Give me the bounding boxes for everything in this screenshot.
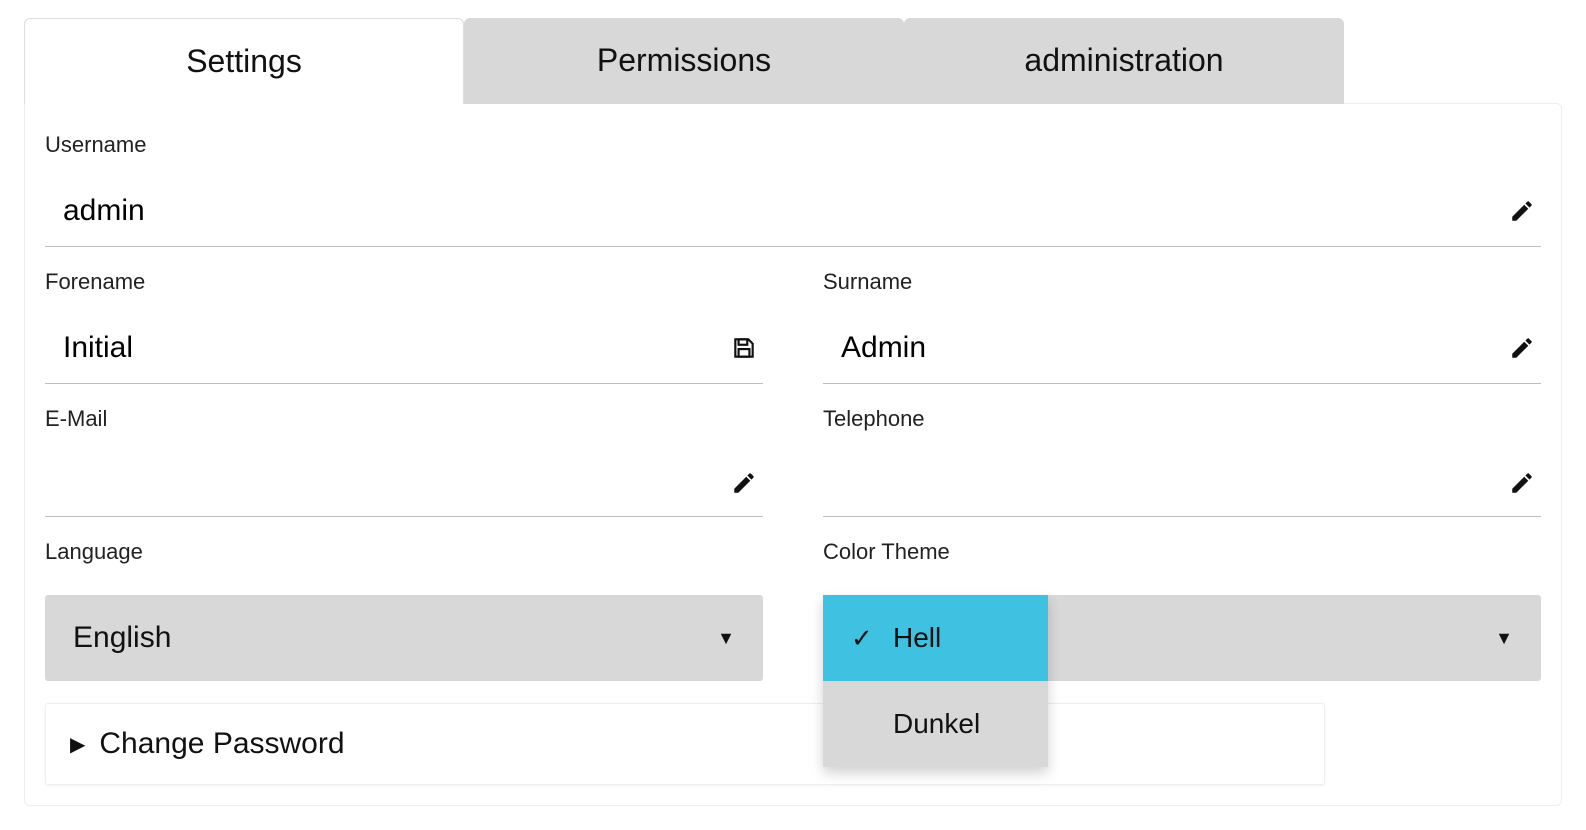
language-select[interactable]: English ▼ bbox=[45, 595, 763, 681]
settings-panel: Username admin Forename Initial bbox=[24, 103, 1562, 806]
pencil-icon[interactable] bbox=[729, 468, 759, 498]
username-field: Username admin bbox=[45, 132, 1541, 247]
tab-settings[interactable]: Settings bbox=[24, 18, 464, 104]
forename-label: Forename bbox=[45, 269, 763, 295]
pencil-icon[interactable] bbox=[1507, 196, 1537, 226]
color-theme-option-hell[interactable]: ✓ Hell bbox=[823, 595, 1048, 681]
tab-permissions[interactable]: Permissions bbox=[464, 18, 904, 104]
surname-label: Surname bbox=[823, 269, 1541, 295]
surname-value-line[interactable]: Admin bbox=[823, 325, 1541, 384]
email-field: E-Mail bbox=[45, 406, 763, 517]
chevron-down-icon: ▼ bbox=[717, 628, 735, 649]
telephone-value-line[interactable] bbox=[823, 462, 1541, 517]
language-selected: English bbox=[73, 621, 171, 655]
color-theme-option-dunkel[interactable]: Dunkel bbox=[823, 681, 1048, 767]
username-value-line[interactable]: admin bbox=[45, 188, 1541, 247]
telephone-field: Telephone bbox=[823, 406, 1541, 517]
pencil-icon[interactable] bbox=[1507, 468, 1537, 498]
language-field: Language English ▼ bbox=[45, 539, 763, 681]
surname-value: Admin bbox=[841, 331, 926, 365]
color-theme-label: Color Theme bbox=[823, 539, 1541, 565]
check-icon: ✓ bbox=[851, 623, 873, 654]
color-theme-field: Color Theme ▼ ✓ Hell Dunkel bbox=[823, 539, 1541, 681]
language-label: Language bbox=[45, 539, 763, 565]
color-theme-option-label: Hell bbox=[893, 622, 941, 654]
telephone-label: Telephone bbox=[823, 406, 1541, 432]
surname-field: Surname Admin bbox=[823, 269, 1541, 384]
forename-value-line[interactable]: Initial bbox=[45, 325, 763, 384]
change-password-expander[interactable]: ▶ Change Password bbox=[45, 703, 1325, 785]
tabs: Settings Permissions administration bbox=[24, 18, 1562, 104]
email-value-line[interactable] bbox=[45, 462, 763, 517]
tab-administration[interactable]: administration bbox=[904, 18, 1344, 104]
forename-field: Forename Initial bbox=[45, 269, 763, 384]
username-label: Username bbox=[45, 132, 1541, 158]
chevron-right-icon: ▶ bbox=[70, 732, 85, 757]
color-theme-dropdown: ✓ Hell Dunkel bbox=[823, 595, 1048, 767]
pencil-icon[interactable] bbox=[1507, 333, 1537, 363]
chevron-down-icon: ▼ bbox=[1495, 628, 1513, 649]
email-label: E-Mail bbox=[45, 406, 763, 432]
color-theme-option-label: Dunkel bbox=[893, 708, 980, 740]
forename-value: Initial bbox=[63, 331, 133, 365]
save-icon[interactable] bbox=[729, 333, 759, 363]
username-value: admin bbox=[63, 194, 145, 228]
color-theme-select[interactable]: ▼ ✓ Hell Dunkel bbox=[823, 595, 1541, 681]
change-password-label: Change Password bbox=[99, 727, 344, 761]
